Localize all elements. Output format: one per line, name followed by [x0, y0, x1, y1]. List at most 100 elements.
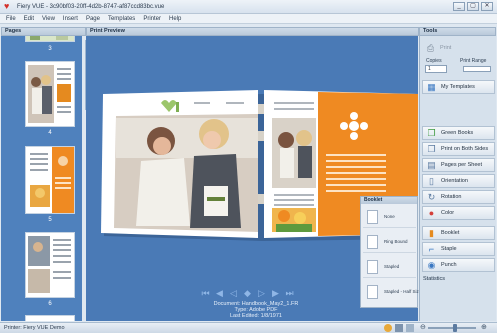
- notification-icon[interactable]: [384, 324, 392, 332]
- page-thumbnail-label: 3: [48, 46, 52, 52]
- menu-bar: File Edit View Insert Page Templates Pri…: [0, 14, 497, 24]
- statistics-header[interactable]: Statistics: [420, 276, 497, 282]
- ring-bound-icon: [367, 235, 378, 249]
- status-bar: Printer: Fiery VUE Demo ⊖ ⊕: [0, 322, 497, 333]
- print-both-sides-button[interactable]: ❐ Print on Both Sides: [422, 142, 495, 156]
- page-thumbnail-5[interactable]: [25, 146, 75, 214]
- print-button[interactable]: ⎙ Print: [422, 40, 495, 56]
- zoom-out-icon[interactable]: ⊖: [420, 323, 426, 331]
- next-spread-button[interactable]: ▶: [270, 288, 281, 298]
- print-range-label: Print Range: [460, 58, 487, 64]
- booklet-option-none[interactable]: None: [363, 206, 416, 228]
- pages-per-sheet-button[interactable]: ▤ Pages per Sheet: [422, 158, 495, 172]
- printer-status: Printer: Fiery VUE Demo: [4, 325, 65, 331]
- thumbnail-image: [26, 233, 74, 297]
- punch-button[interactable]: ◉ Punch: [422, 258, 495, 272]
- pages-per-sheet-icon: ▤: [427, 159, 436, 170]
- thumbnail-image: [26, 147, 74, 213]
- tool-label: Pages per Sheet: [441, 162, 482, 168]
- orientation-icon: ▯: [429, 175, 434, 186]
- thumbnail-image: [26, 36, 74, 41]
- menu-help[interactable]: Help: [169, 16, 181, 22]
- tool-label: Punch: [441, 262, 457, 268]
- play-icon[interactable]: ◆: [242, 288, 253, 298]
- tool-label: Orientation: [441, 178, 468, 184]
- tool-label: Rotation: [441, 194, 462, 200]
- tool-label: Print on Both Sides: [441, 146, 489, 152]
- first-page-button[interactable]: ⏮: [200, 288, 211, 298]
- copies-input[interactable]: 1: [425, 65, 447, 73]
- page-thumbnail-3[interactable]: [25, 36, 75, 42]
- pages-panel-header: Pages: [1, 27, 86, 36]
- copies-label: Copies: [426, 58, 442, 64]
- templates-icon: ▦: [427, 81, 436, 92]
- window-controls: _ ▢ ✕: [453, 2, 493, 11]
- page-thumbnail-label: 6: [48, 301, 52, 307]
- menu-view[interactable]: View: [42, 16, 55, 22]
- booklet-popup-title: Booklet: [361, 197, 417, 204]
- page-navigation: ⏮ ◀ ◁ ◆ ▷ ▶ ⏭: [200, 288, 308, 298]
- pages-panel-title: Pages: [5, 28, 22, 34]
- color-button[interactable]: ● Color: [422, 206, 495, 220]
- print-range-slider[interactable]: [463, 66, 491, 72]
- menu-printer[interactable]: Printer: [143, 16, 161, 22]
- page-thumbnail-6[interactable]: [25, 232, 75, 298]
- menu-file[interactable]: File: [6, 16, 16, 22]
- menu-templates[interactable]: Templates: [108, 16, 135, 22]
- page-thumbnail-4[interactable]: [25, 61, 75, 127]
- title-bar: ♥ Fiery VUE - 3c90bf03-20ff-4d2b-8747-af…: [0, 0, 497, 14]
- maximize-button[interactable]: ▢: [467, 2, 479, 11]
- preview-panel-header: Print Preview: [86, 27, 419, 36]
- tools-panel-header: Tools: [419, 27, 496, 36]
- booklet-option-stapled[interactable]: Stapled: [363, 256, 416, 278]
- view-mode-icon[interactable]: [395, 324, 403, 332]
- next-page-button[interactable]: ▷: [256, 288, 267, 298]
- menu-insert[interactable]: Insert: [63, 16, 78, 22]
- zoom-in-icon[interactable]: ⊕: [481, 323, 487, 331]
- tool-label: My Templates: [441, 84, 475, 90]
- booklet-option-label: Stapled - Half Size: [384, 289, 422, 294]
- tool-label: Green Books: [441, 130, 474, 136]
- previous-spread-button[interactable]: ◀: [214, 288, 225, 298]
- tool-label: Staple: [441, 246, 457, 252]
- zoom-slider-handle[interactable]: [453, 324, 457, 332]
- booklet-icon: ▮: [429, 227, 434, 238]
- tool-label: Booklet: [441, 230, 460, 236]
- window-title: Fiery VUE - 3c90bf03-20ff-4d2b-8747-af87…: [17, 3, 165, 10]
- blank-page-icon: [367, 210, 378, 224]
- booklet-option-label: Ring Bound: [384, 239, 408, 244]
- page-thumbnail-label: 5: [48, 217, 52, 223]
- staple-icon: ⌐: [428, 243, 435, 254]
- close-button[interactable]: ✕: [481, 2, 493, 11]
- half-size-booklet-icon: [367, 285, 378, 299]
- punch-icon: ◉: [427, 259, 436, 270]
- fit-page-icon[interactable]: [406, 324, 414, 332]
- booklet-option-stapled-half-size[interactable]: Stapled - Half Size: [363, 281, 421, 303]
- tools-panel: ⎙ Print Copies Print Range 1 ▦ My Templa…: [419, 36, 496, 321]
- green-books-icon: ❒: [427, 127, 436, 138]
- rotation-icon: ↻: [427, 191, 436, 202]
- page-thumbnail-7[interactable]: [25, 315, 75, 321]
- booklet-option-label: None: [384, 214, 395, 219]
- pages-panel: 3 4 5 6: [1, 36, 82, 321]
- zoom-slider[interactable]: [428, 327, 476, 329]
- my-templates-button[interactable]: ▦ My Templates: [422, 80, 495, 94]
- stapled-booklet-icon: [367, 260, 378, 274]
- orientation-button[interactable]: ▯ Orientation: [422, 174, 495, 188]
- booklet-option-label: Stapled: [384, 264, 400, 269]
- rotation-button[interactable]: ↻ Rotation: [422, 190, 495, 204]
- fiery-logo-icon: ♥: [4, 1, 10, 11]
- menu-page[interactable]: Page: [86, 16, 100, 22]
- booklet-button[interactable]: ▮ Booklet: [422, 226, 495, 240]
- previous-page-button[interactable]: ◁: [228, 288, 239, 298]
- menu-edit[interactable]: Edit: [24, 16, 34, 22]
- printer-icon: ⎙: [426, 42, 435, 53]
- booklet-option-ring-bound[interactable]: Ring Bound: [363, 231, 416, 253]
- duplex-icon: ❐: [427, 143, 436, 154]
- minimize-button[interactable]: _: [453, 2, 465, 11]
- document-last-edited: Last Edited: 1/8/1971: [230, 313, 282, 319]
- staple-button[interactable]: ⌐ Staple: [422, 242, 495, 256]
- preview-panel-title: Print Preview: [90, 28, 125, 34]
- last-page-button[interactable]: ⏭: [284, 288, 295, 298]
- green-books-button[interactable]: ❒ Green Books: [422, 126, 495, 140]
